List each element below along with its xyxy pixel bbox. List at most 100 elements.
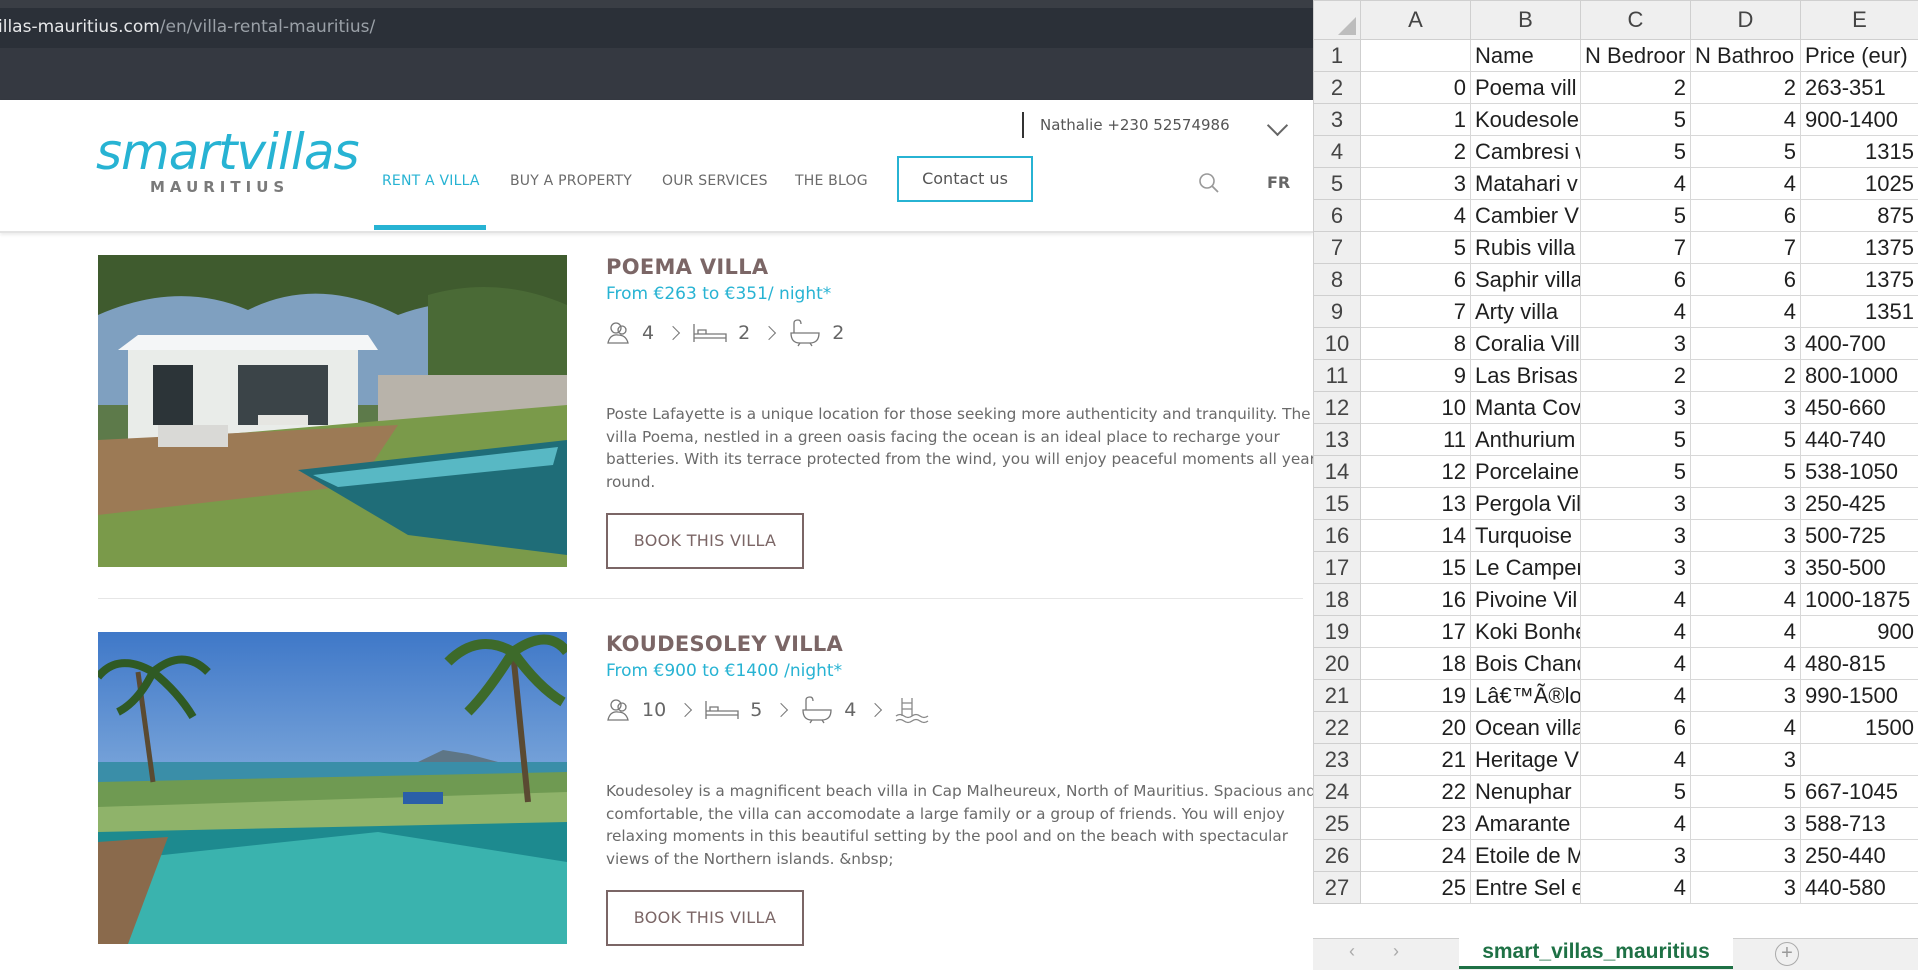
table-cell[interactable]: 3 [1580,839,1691,872]
table-cell[interactable]: Ocean villa [1470,711,1581,744]
table-cell[interactable]: 1375 [1800,263,1918,296]
table-cell[interactable]: 2 [1690,71,1801,104]
tab-next-button[interactable]: › [1393,941,1399,962]
table-cell[interactable]: 5 [1580,423,1691,456]
table-cell[interactable]: 3 [1690,871,1801,904]
table-cell[interactable]: 4 [1690,711,1801,744]
table-cell[interactable]: 17 [1360,615,1471,648]
table-cell[interactable]: 4 [1690,167,1801,200]
table-cell[interactable]: 5 [1580,775,1691,808]
table-cell[interactable]: Koki Bonhe [1470,615,1581,648]
table-cell[interactable]: 7 [1690,231,1801,264]
row-number[interactable]: 27 [1313,871,1361,904]
table-cell[interactable]: 3 [1580,391,1691,424]
table-cell[interactable]: 3 [1360,167,1471,200]
contact-us-button[interactable]: Contact us [897,156,1033,202]
table-cell[interactable]: Manta Cov [1470,391,1581,424]
table-cell[interactable]: 2 [1690,359,1801,392]
table-cell[interactable]: 5 [1690,423,1801,456]
table-cell[interactable]: 2 [1580,359,1691,392]
table-cell[interactable]: Arty villa [1470,295,1581,328]
table-cell[interactable]: 1 [1360,103,1471,136]
table-cell[interactable]: 0 [1360,71,1471,104]
table-cell[interactable]: 24 [1360,839,1471,872]
table-cell[interactable]: Nenuphar [1470,775,1581,808]
nav-our-services[interactable]: OUR SERVICES [662,173,768,189]
row-number[interactable]: 17 [1313,551,1361,584]
table-cell[interactable]: 3 [1690,391,1801,424]
villa-name[interactable]: KOUDESOLEY VILLA [606,632,843,656]
table-cell[interactable] [1800,743,1918,776]
book-villa-button[interactable]: BOOK THIS VILLA [606,890,804,946]
table-cell[interactable]: Anthurium [1470,423,1581,456]
villa-name[interactable]: POEMA VILLA [606,255,768,279]
table-cell[interactable]: Matahari v [1470,167,1581,200]
table-cell[interactable]: 250-440 [1800,839,1918,872]
table-cell[interactable]: 4 [1690,615,1801,648]
table-cell[interactable]: Bois Chanc [1470,647,1581,680]
row-number[interactable]: 8 [1313,263,1361,296]
table-cell[interactable]: Porcelaine [1470,455,1581,488]
table-cell[interactable]: 990-1500 [1800,679,1918,712]
table-cell[interactable]: 3 [1690,487,1801,520]
row-number[interactable]: 7 [1313,231,1361,264]
table-cell[interactable]: 5 [1690,455,1801,488]
row-number[interactable]: 23 [1313,743,1361,776]
search-icon[interactable] [1198,172,1220,194]
row-number[interactable]: 16 [1313,519,1361,552]
table-cell[interactable]: 250-425 [1800,487,1918,520]
table-cell[interactable]: 900 [1800,615,1918,648]
table-cell[interactable]: Turquoise [1470,519,1581,552]
table-cell[interactable]: 22 [1360,775,1471,808]
table-cell[interactable]: 4 [1690,647,1801,680]
table-cell[interactable]: Coralia Vill [1470,327,1581,360]
table-cell[interactable]: 7 [1580,231,1691,264]
table-cell[interactable]: 6 [1360,263,1471,296]
table-cell[interactable]: 1000-1875 [1800,583,1918,616]
table-cell[interactable]: 19 [1360,679,1471,712]
table-cell[interactable]: Rubis villa [1470,231,1581,264]
tab-prev-button[interactable]: ‹ [1349,941,1355,962]
row-number[interactable]: 12 [1313,391,1361,424]
table-cell[interactable]: Entre Sel e [1470,871,1581,904]
row-number[interactable]: 3 [1313,103,1361,136]
row-number[interactable]: 14 [1313,455,1361,488]
table-cell[interactable]: 4 [1580,743,1691,776]
table-cell[interactable]: 440-740 [1800,423,1918,456]
table-cell[interactable]: 23 [1360,807,1471,840]
table-cell[interactable]: 800-1000 [1800,359,1918,392]
address-bar[interactable]: illas-mauritius.com/en/villa-rental-maur… [0,8,1313,48]
column-header[interactable]: B [1470,0,1581,40]
table-cell[interactable]: 500-725 [1800,519,1918,552]
table-cell[interactable]: 25 [1360,871,1471,904]
table-cell[interactable]: 3 [1690,679,1801,712]
table-cell[interactable]: Pivoine Vil [1470,583,1581,616]
table-cell[interactable]: Heritage V [1470,743,1581,776]
villa-photo[interactable] [98,632,567,944]
table-cell[interactable]: 13 [1360,487,1471,520]
table-cell[interactable]: 350-500 [1800,551,1918,584]
table-cell[interactable]: 4 [1580,647,1691,680]
table-cell[interactable]: 5 [1360,231,1471,264]
table-cell[interactable]: 5 [1690,135,1801,168]
row-number[interactable]: 5 [1313,167,1361,200]
table-cell[interactable]: 4 [1580,871,1691,904]
column-header[interactable]: E [1800,0,1918,40]
table-cell[interactable]: 6 [1580,711,1691,744]
table-cell[interactable]: 1500 [1800,711,1918,744]
table-cell[interactable]: Cambier V [1470,199,1581,232]
table-cell[interactable]: 20 [1360,711,1471,744]
table-cell[interactable]: 5 [1580,455,1691,488]
row-number[interactable]: 20 [1313,647,1361,680]
table-cell[interactable]: Las Brisas v [1470,359,1581,392]
row-number[interactable]: 1 [1313,39,1361,72]
table-cell[interactable]: 10 [1360,391,1471,424]
table-cell[interactable]: 6 [1690,199,1801,232]
language-switch[interactable]: FR [1267,173,1290,192]
table-cell[interactable]: Le Camper [1470,551,1581,584]
table-cell[interactable]: 538-1050 [1800,455,1918,488]
table-cell[interactable]: 6 [1580,263,1691,296]
table-cell[interactable]: 7 [1360,295,1471,328]
table-cell[interactable]: Koudesole [1470,103,1581,136]
row-number[interactable]: 4 [1313,135,1361,168]
